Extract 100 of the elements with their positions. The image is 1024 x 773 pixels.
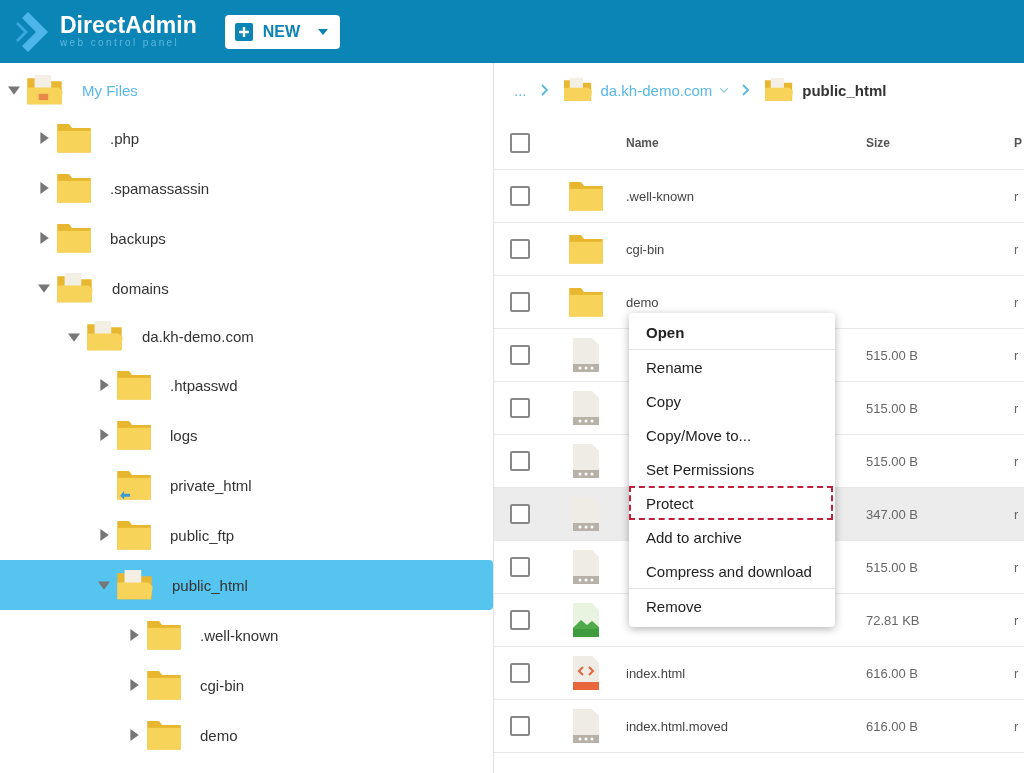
folder-icon: [56, 172, 92, 204]
table-cell: r: [1014, 506, 1019, 522]
selected-tree-row[interactable]: public_html: [0, 560, 493, 610]
tree-item-label[interactable]: .php: [110, 129, 140, 147]
tree-item-label[interactable]: public_ftp: [170, 526, 235, 544]
tree-item-label[interactable]: private_html: [170, 476, 252, 494]
table-cell: r: [1014, 347, 1019, 363]
chevron-right-icon: [540, 84, 549, 96]
breadcrumb-link[interactable]: public_html: [802, 81, 887, 99]
menu-item[interactable]: Copy/Move to...: [629, 418, 835, 452]
menu-item[interactable]: Compress and download: [629, 554, 835, 589]
file-size: 515.00 B: [866, 400, 919, 416]
file-icon: [572, 443, 600, 479]
folder-icon: [568, 180, 604, 212]
caret-down-icon: [720, 87, 729, 93]
folder-icon: [146, 619, 182, 651]
file-size: 616.00 B: [866, 665, 919, 681]
tree-item-label[interactable]: .htpasswd: [170, 376, 238, 394]
table-cell: r: [1014, 453, 1019, 469]
tree-item-label[interactable]: backups: [110, 229, 166, 247]
html-file-icon: [572, 655, 600, 691]
folder-icon: [116, 519, 152, 551]
tree-item-label[interactable]: demo: [200, 726, 238, 744]
caret-down-icon[interactable]: [8, 84, 20, 96]
caret-down-icon[interactable]: [38, 282, 50, 294]
menu-item[interactable]: Open: [629, 315, 835, 350]
file-name[interactable]: index.html.moved: [626, 718, 728, 734]
file-size: 616.00 B: [866, 718, 919, 734]
tree-item-label[interactable]: da.kh-demo.com: [142, 328, 254, 345]
row-checkbox[interactable]: [510, 186, 530, 206]
table-cell: r: [1014, 718, 1019, 734]
caret-right-icon[interactable]: [128, 729, 140, 741]
linked-folder-icon: [116, 469, 152, 501]
tree-item-label[interactable]: .well-known: [200, 626, 279, 644]
open-folder-icon: [116, 568, 154, 602]
row-checkbox[interactable]: [510, 451, 530, 471]
menu-item[interactable]: Set Permissions: [629, 452, 835, 486]
caret-right-icon[interactable]: [98, 429, 110, 441]
caret-right-icon[interactable]: [38, 132, 50, 144]
row-checkbox[interactable]: [510, 504, 530, 524]
file-icon: [572, 708, 600, 744]
file-size: 347.00 B: [866, 506, 919, 522]
file-name[interactable]: index.html: [626, 665, 686, 681]
open-folder-icon: [562, 77, 593, 103]
file-icon: [572, 390, 600, 426]
file-icon: [572, 496, 600, 532]
select-all-checkbox[interactable]: [510, 133, 530, 153]
caret-right-icon[interactable]: [38, 232, 50, 244]
menu-item[interactable]: Protect: [629, 486, 833, 520]
table-cell: r: [1014, 559, 1019, 575]
caret-right-icon[interactable]: [128, 629, 140, 641]
folder-icon: [146, 719, 182, 751]
image-file-icon: [572, 602, 600, 638]
file-size: 515.00 B: [866, 453, 919, 469]
file-size: 72.81 KB: [866, 612, 920, 628]
row-checkbox[interactable]: [510, 292, 530, 312]
plus-icon: [234, 22, 253, 41]
row-checkbox[interactable]: [510, 557, 530, 577]
tree-item-label[interactable]: logs: [170, 426, 198, 444]
menu-item[interactable]: Remove: [629, 589, 835, 623]
tree-item-label[interactable]: cgi-bin: [200, 676, 245, 694]
logo-subtitle: web control panel: [60, 37, 181, 49]
column-header[interactable]: Name: [626, 136, 866, 150]
logo-title: DirectAdmin: [60, 14, 197, 37]
menu-item[interactable]: Rename: [629, 350, 835, 384]
caret-right-icon[interactable]: [38, 182, 50, 194]
column-header[interactable]: Size: [866, 136, 1014, 150]
file-size: 515.00 B: [866, 347, 919, 363]
caret-right-icon[interactable]: [98, 379, 110, 391]
row-checkbox[interactable]: [510, 398, 530, 418]
column-header[interactable]: P: [1014, 136, 1024, 150]
tree-item-label[interactable]: domains: [112, 279, 169, 297]
menu-item[interactable]: Copy: [629, 384, 835, 418]
row-checkbox[interactable]: [510, 239, 530, 259]
caret-right-icon[interactable]: [98, 529, 110, 541]
folder-icon: [568, 286, 604, 318]
folder-icon: [56, 222, 92, 254]
table-cell: r: [1014, 665, 1019, 681]
chevron-right-icon: [742, 84, 751, 96]
row-checkbox[interactable]: [510, 716, 530, 736]
caret-down-icon: [318, 28, 329, 35]
tree-item-label[interactable]: .spamassassin: [110, 179, 210, 197]
file-name[interactable]: demo: [626, 294, 659, 310]
folder-icon: [116, 419, 152, 451]
file-name[interactable]: cgi-bin: [626, 241, 665, 257]
new-button[interactable]: NEW: [224, 14, 341, 49]
caret-down-icon[interactable]: [68, 330, 80, 343]
row-checkbox[interactable]: [510, 663, 530, 683]
caret-down-icon[interactable]: [98, 579, 110, 591]
row-checkbox[interactable]: [510, 345, 530, 365]
row-checkbox[interactable]: [510, 610, 530, 630]
table-cell: r: [1014, 294, 1019, 310]
table-cell: r: [1014, 612, 1019, 628]
table-cell: r: [1014, 241, 1019, 257]
table-cell: r: [1014, 400, 1019, 416]
caret-right-icon[interactable]: [128, 679, 140, 691]
folder-icon: [56, 122, 92, 154]
file-name[interactable]: .well-known: [626, 188, 694, 204]
tree-item-label[interactable]: public_html: [172, 576, 248, 594]
menu-item[interactable]: Add to archive: [629, 520, 835, 554]
